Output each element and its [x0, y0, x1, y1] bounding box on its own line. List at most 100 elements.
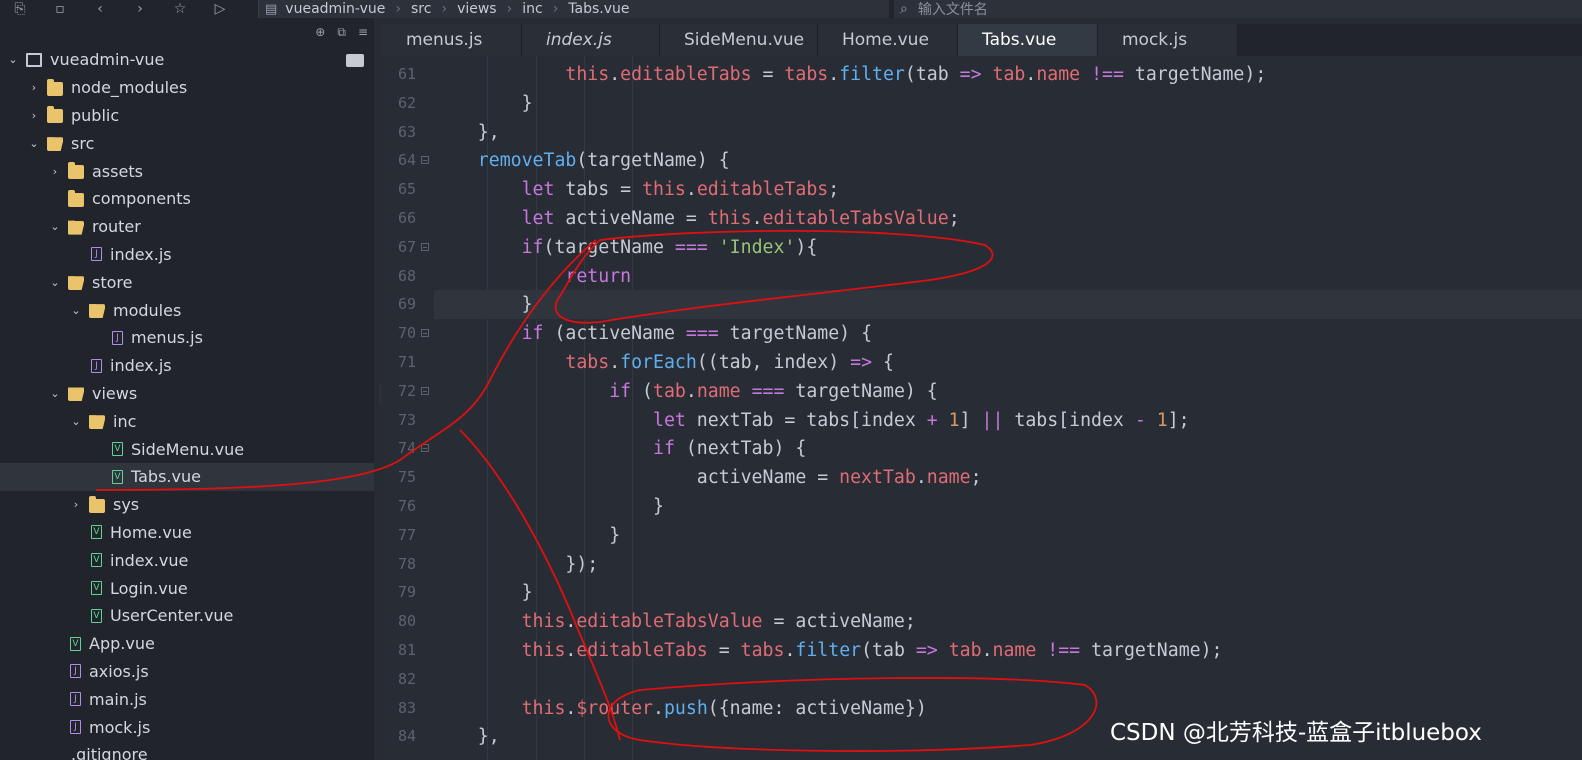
tab-menus-js[interactable]: menus.js — [382, 24, 522, 56]
tree-file[interactable]: Jmain.js — [0, 685, 374, 713]
breadcrumb-item[interactable]: inc — [522, 1, 542, 17]
fold-toggle-icon[interactable] — [421, 156, 429, 165]
chevron-down-icon[interactable]: ⌄ — [69, 415, 83, 428]
chevron-right-icon[interactable]: › — [69, 498, 83, 511]
tree-folder-views[interactable]: ⌄ views — [0, 380, 374, 408]
tab-index-js[interactable]: index.js — [522, 24, 660, 56]
tree-file[interactable]: Jindex.js — [0, 352, 374, 380]
tree-folder-vueadmin-vue[interactable]: ⌄ vueadmin-vue — [0, 46, 374, 74]
new-file-icon[interactable]: ⎘ — [0, 0, 40, 18]
tab-mock-js[interactable]: mock.js — [1098, 24, 1238, 56]
fold-toggle-icon[interactable] — [421, 242, 429, 251]
code-token: name — [696, 380, 741, 402]
chevron-down-icon[interactable]: ⌄ — [6, 53, 20, 66]
tab-tabs-vue[interactable]: Tabs.vue — [958, 24, 1098, 56]
tree-file[interactable]: Jmock.js — [0, 713, 374, 741]
code-editor[interactable]: 61 62 63 64 65 66 67 68 69 70 71 72 73 74 75 76 77 78 79 80… — [382, 56, 1582, 760]
breadcrumb-item[interactable]: src — [411, 1, 431, 17]
chevron-down-icon[interactable]: ⌄ — [69, 304, 83, 317]
play-icon[interactable]: ▷ — [200, 0, 240, 18]
tree-file[interactable]: V Tabs.vue — [0, 462, 374, 491]
tree-file[interactable]: .gitignore — [0, 741, 374, 760]
collapse-all-icon[interactable]: ⧉ — [337, 25, 346, 40]
code-line[interactable]: let activeName = this.editableTabsValue; — [434, 204, 960, 233]
back-icon[interactable]: ‹ — [80, 0, 120, 18]
tree-file[interactable]: Jmenus.js — [0, 324, 374, 352]
chevron-down-icon[interactable]: ⌄ — [48, 220, 62, 233]
code-line[interactable]: if (nextTab) { — [434, 434, 806, 463]
tree-file[interactable]: Jaxios.js — [0, 658, 374, 686]
code-line[interactable]: tabs.forEach((tab, index) => { — [434, 348, 894, 377]
code-token: this — [707, 208, 752, 229]
tree-folder-inc[interactable]: ⌄ inc — [0, 407, 374, 435]
tree-file[interactable]: V UserCenter.vue — [0, 602, 374, 630]
menu-icon[interactable]: ≡ — [358, 25, 368, 39]
tree-file[interactable]: V Login.vue — [0, 574, 374, 602]
breadcrumb-item[interactable]: vueadmin-vue — [285, 1, 385, 17]
tree-file[interactable]: Vindex.vue — [0, 546, 374, 574]
tree-folder-modules[interactable]: ⌄ modules — [0, 296, 374, 324]
file-search[interactable]: ⌕ 输入文件名 — [894, 0, 1582, 18]
tree-file[interactable]: Jindex.js — [0, 241, 374, 269]
code-line[interactable]: } — [434, 89, 533, 118]
code-line[interactable]: removeTab(targetName) { — [434, 146, 730, 175]
chevron-right-icon[interactable]: › — [27, 109, 41, 122]
tree-folder-node-modules[interactable]: › node_modules — [0, 74, 374, 102]
code-line[interactable]: this.editableTabs = tabs.filter(tab => t… — [434, 60, 1266, 89]
breadcrumb-item[interactable]: views — [457, 1, 497, 17]
locate-file-icon[interactable]: ⊕ — [315, 25, 325, 39]
breadcrumb-item[interactable]: Tabs.vue — [568, 1, 629, 17]
code-line[interactable]: this.$router.push({name: activeName}) — [434, 694, 927, 723]
fold-toggle-icon[interactable] — [421, 444, 429, 453]
code-token: } — [434, 496, 664, 517]
star-icon[interactable]: ☆ — [160, 0, 200, 18]
tree-file[interactable]: V Home.vue — [0, 519, 374, 547]
code-line[interactable]: } — [434, 578, 533, 607]
search-input[interactable]: 输入文件名 — [918, 0, 988, 19]
code-line[interactable]: if (activeName === targetName) { — [434, 319, 872, 348]
tree-folder-router[interactable]: ⌄ router — [0, 213, 374, 241]
code-line[interactable]: return — [434, 262, 631, 291]
tree-folder-public[interactable]: › public — [0, 102, 374, 130]
code-line[interactable]: if (tab.name === targetName) { — [434, 377, 938, 406]
tree-item-label: views — [92, 383, 138, 403]
code-line[interactable]: let tabs = this.editableTabs; — [434, 175, 840, 204]
chevron-down-icon[interactable]: ⌄ — [48, 387, 62, 400]
code-line[interactable]: this.editableTabs = tabs.filter(tab => t… — [434, 636, 1223, 665]
tree-folder-src[interactable]: ⌄ src — [0, 129, 374, 157]
folder-icon — [47, 106, 63, 124]
vue-file-icon: V — [91, 525, 102, 540]
tree-folder-assets[interactable]: › assets — [0, 157, 374, 185]
tree-file[interactable]: V SideMenu.vue — [0, 435, 374, 463]
code-line[interactable]: activeName = nextTab.name; — [434, 463, 982, 492]
tab-home-vue[interactable]: Home.vue — [818, 24, 958, 56]
tab-sidemenu-vue[interactable]: SideMenu.vue — [660, 24, 818, 56]
tree-folder-sys[interactable]: › sys — [0, 491, 374, 519]
code-line[interactable]: this.editableTabsValue = activeName; — [434, 607, 916, 636]
code-line[interactable]: } — [434, 492, 664, 521]
open-folder-icon[interactable] — [346, 54, 364, 67]
code-token: !== — [1047, 640, 1081, 661]
chevron-right-icon[interactable]: › — [27, 81, 41, 94]
save-icon[interactable]: ▫ — [40, 0, 80, 18]
tree-folder-store[interactable]: ⌄ store — [0, 268, 374, 296]
chevron-right-icon[interactable]: › — [48, 165, 62, 178]
forward-icon[interactable]: › — [120, 0, 160, 18]
chevron-down-icon[interactable]: ⌄ — [48, 276, 62, 289]
tree-file[interactable]: V App.vue — [0, 630, 374, 658]
code-line[interactable]: }); — [434, 550, 598, 579]
fold-toggle-icon[interactable] — [421, 386, 429, 395]
code-line[interactable]: } — [434, 521, 620, 550]
code-token: . — [609, 64, 621, 85]
code-line[interactable]: let nextTab = tabs[index + 1] || tabs[in… — [434, 406, 1190, 435]
tree-item-label: sys — [113, 495, 140, 515]
code-line[interactable]: }, — [434, 118, 500, 147]
code-line[interactable]: if(targetName === 'Index'){ — [434, 233, 818, 262]
chevron-down-icon[interactable]: ⌄ — [27, 137, 41, 150]
code-line[interactable]: }, — [434, 722, 500, 751]
tree-folder-components[interactable]: components — [0, 185, 374, 213]
code-line[interactable]: } — [434, 290, 1582, 320]
file-tree: ⌄ vueadmin-vue › node_modules › public ⌄ src › as… — [0, 46, 374, 760]
fold-toggle-icon[interactable] — [421, 329, 429, 338]
